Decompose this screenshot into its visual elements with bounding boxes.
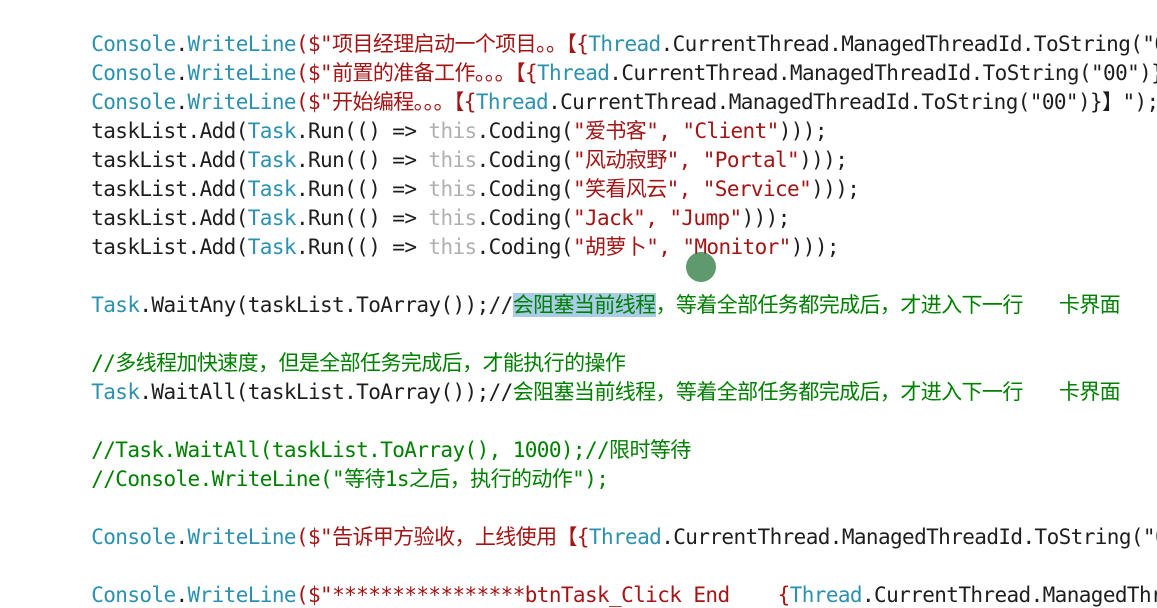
- code-token-method: WriteLine: [187, 525, 297, 549]
- code-line[interactable]: taskList.Add(Task.Run(() => this.Coding(…: [43, 204, 839, 259]
- code-line[interactable]: Console.WriteLine($"开始编程。。。【{Thread.Curr…: [43, 59, 1157, 114]
- code-comment: ，等着全部任务都完成后，才进入下一行 卡界面: [655, 293, 1121, 317]
- code-token-string: "胡萝卜", "Monitor": [572, 235, 791, 259]
- code-token-type: Thread: [588, 525, 662, 549]
- code-token-string: ($"告诉甲方验收，上线使用【{: [295, 525, 590, 549]
- code-token-keyword: this: [428, 235, 477, 259]
- code-line[interactable]: Console.WriteLine($"前置的准备工作。。。【{Thread.C…: [43, 30, 1157, 85]
- mouse-cursor-indicator: [686, 252, 716, 282]
- code-line[interactable]: Console.WriteLine($"****************btnT…: [43, 552, 1157, 607]
- code-token-type: Task: [91, 293, 140, 317]
- code-line[interactable]: taskList.Add(Task.Run(() => this.Coding(…: [43, 88, 827, 143]
- code-token-type: Console: [91, 525, 176, 549]
- code-token: .CurrentThread.ManagedThreadId.ToString(…: [661, 525, 1157, 549]
- code-editor[interactable]: Console.WriteLine($"项目经理启动一个项目。。【{Thread…: [0, 0, 1157, 608]
- code-line[interactable]: Task.WaitAny(taskList.ToArray());//会阻塞当前…: [43, 262, 1121, 317]
- code-token-type: Task: [91, 380, 140, 404]
- code-line[interactable]: Console.WriteLine($"项目经理启动一个项目。。【{Thread…: [43, 1, 1157, 56]
- code-token: .WaitAll(taskList.ToArray());//: [139, 380, 513, 404]
- selected-text[interactable]: 会阻塞当前线程: [512, 293, 656, 317]
- code-line[interactable]: taskList.Add(Task.Run(() => this.Coding(…: [43, 175, 790, 230]
- code-token: .Run(() =>: [295, 235, 429, 259]
- code-line[interactable]: Task.WaitAll(taskList.ToArray());//会阻塞当前…: [43, 349, 1120, 404]
- code-token: .WaitAny(taskList.ToArray());//: [139, 293, 513, 317]
- code-token-type: Console: [91, 583, 176, 607]
- code-line[interactable]: //Console.WriteLine("等待1s之后，执行的动作");: [43, 436, 609, 491]
- code-token-string: ($"****************btnTask_Click End {: [295, 583, 790, 607]
- code-token: .: [175, 583, 189, 607]
- code-line[interactable]: taskList.Add(Task.Run(() => this.Coding(…: [43, 146, 860, 201]
- code-token: )));: [790, 235, 840, 259]
- code-line[interactable]: Console.WriteLine($"告诉甲方验收，上线使用【{Thread.…: [43, 494, 1157, 549]
- code-comment: 会阻塞当前线程，等着全部任务都完成后，才进入下一行 卡界面: [512, 380, 1121, 404]
- code-token: .CurrentThread.ManagedThreadId.T: [861, 583, 1157, 607]
- code-token: .Coding(: [476, 235, 574, 259]
- code-comment: //Console.WriteLine("等待1s之后，执行的动作");: [91, 467, 609, 491]
- code-line[interactable]: //多线程加快速度，但是全部任务完成后，才能执行的操作: [43, 320, 626, 375]
- code-token-type: Task: [247, 235, 297, 259]
- code-token: )));: [811, 177, 860, 201]
- code-line[interactable]: //Task.WaitAll(taskList.ToArray(), 1000)…: [43, 407, 691, 462]
- code-token-method: WriteLine: [187, 583, 297, 607]
- code-token-type: Thread: [789, 583, 863, 607]
- code-token: taskList.Add(: [91, 235, 248, 259]
- code-line[interactable]: taskList.Add(Task.Run(() => this.Coding(…: [43, 117, 848, 172]
- code-token: .: [175, 525, 189, 549]
